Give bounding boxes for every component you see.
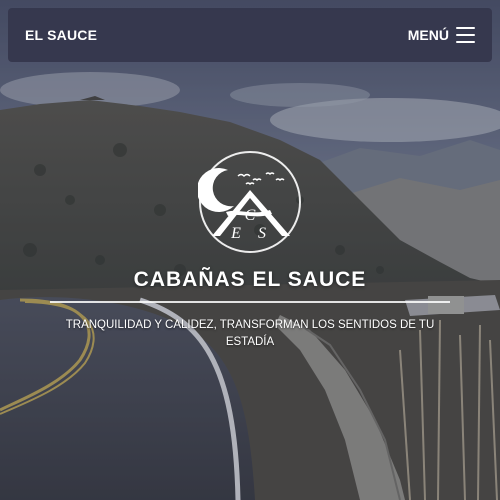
hero-section: EL SAUCE MENÚ C E S CABAÑAS EL SAUCE TRA… xyxy=(0,0,500,500)
menu-label: MENÚ xyxy=(407,27,449,43)
menu-toggle-button[interactable]: MENÚ xyxy=(408,27,475,43)
cabanas-logo: C E S xyxy=(198,151,301,253)
birds-icon xyxy=(237,172,285,185)
logo-letter-c: C xyxy=(245,207,256,224)
top-navbar: EL SAUCE MENÚ xyxy=(8,8,492,62)
hero-tagline: TRANQUILIDAD Y CALIDEZ, TRANSFORMAN LOS … xyxy=(65,319,435,348)
logo-letter-e: E xyxy=(230,225,241,242)
hamburger-icon xyxy=(456,27,475,43)
moon-icon xyxy=(198,168,234,212)
logo-letter-s: S xyxy=(258,225,266,242)
hero-title: CABAÑAS EL SAUCE xyxy=(133,268,367,291)
title-divider xyxy=(50,301,450,303)
brand-link[interactable]: EL SAUCE xyxy=(25,27,97,43)
